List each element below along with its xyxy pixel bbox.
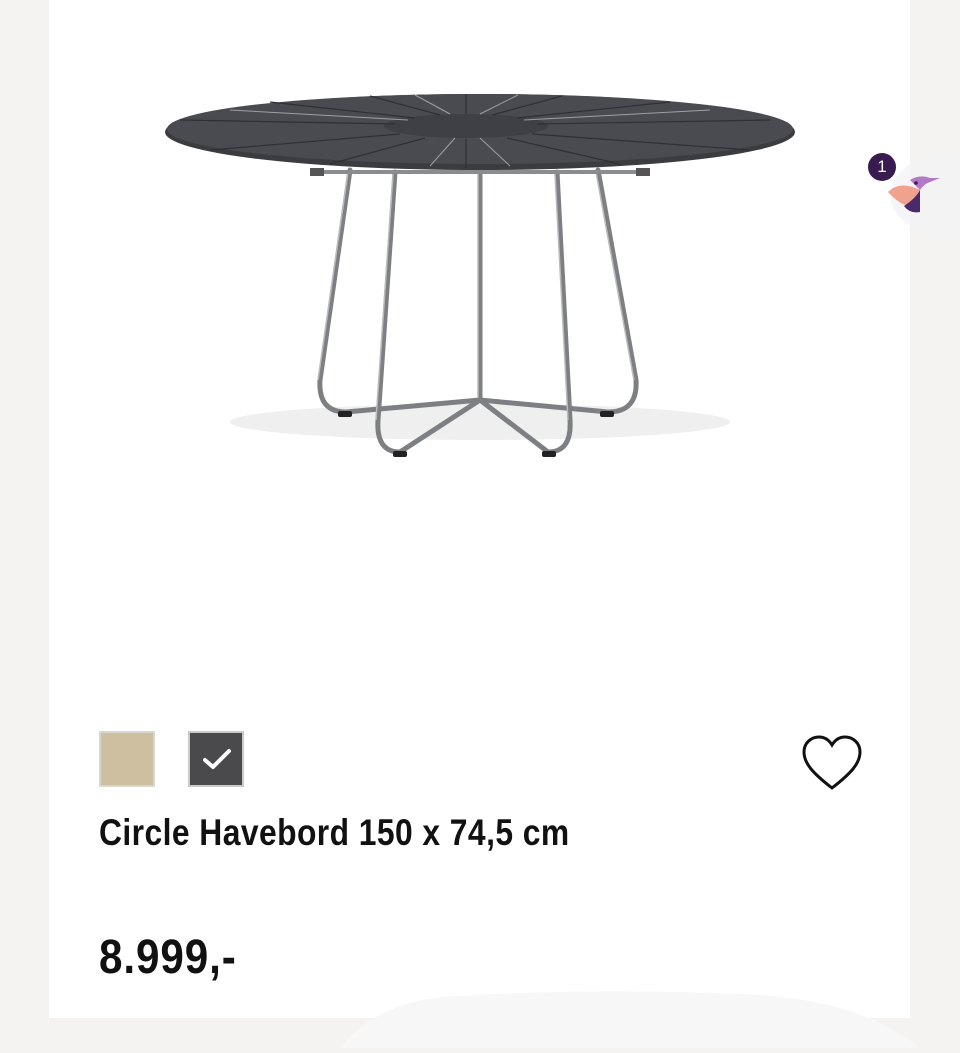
product-title: Circle Havebord 150 x 74,5 cm [99, 812, 570, 853]
checkmark-icon [203, 749, 231, 769]
chat-notification-badge: 1 [868, 153, 896, 181]
product-price: 8.999,- [99, 931, 237, 984]
product-image[interactable] [150, 80, 810, 480]
decorative-bottom-shape [340, 988, 920, 1048]
wishlist-button[interactable] [800, 734, 864, 792]
color-swatch-sand[interactable] [99, 731, 155, 787]
heart-outline-icon [802, 735, 862, 790]
color-swatch-dark-grey[interactable] [188, 731, 244, 787]
